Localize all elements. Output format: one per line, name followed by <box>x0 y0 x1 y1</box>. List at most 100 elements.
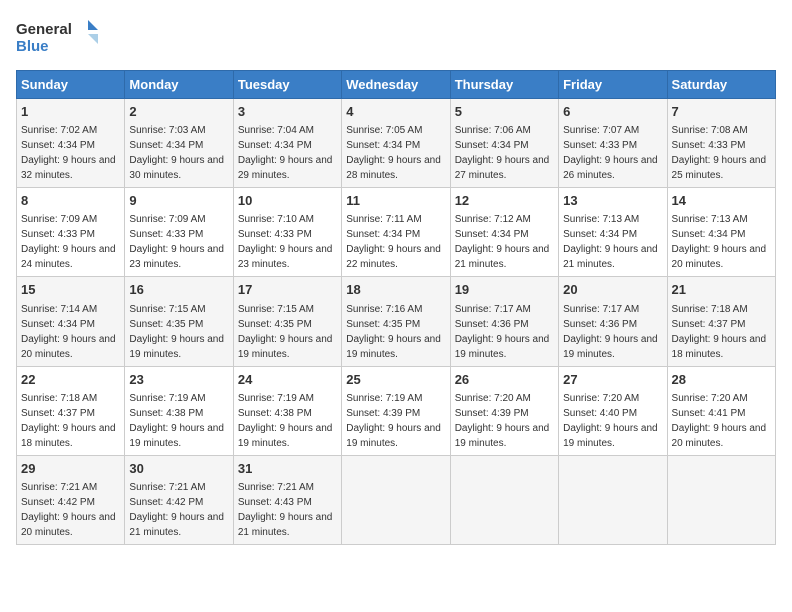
sunset-info: Sunset: 4:34 PM <box>238 140 312 151</box>
day-number: 11 <box>346 192 445 210</box>
day-number: 18 <box>346 281 445 299</box>
sunrise-info: Sunrise: 7:21 AM <box>238 482 314 493</box>
day-number: 1 <box>21 103 120 121</box>
sunset-info: Sunset: 4:33 PM <box>563 140 637 151</box>
day-cell: 3Sunrise: 7:04 AMSunset: 4:34 PMDaylight… <box>233 99 341 188</box>
day-cell: 27Sunrise: 7:20 AMSunset: 4:40 PMDayligh… <box>559 366 667 455</box>
sunset-info: Sunset: 4:42 PM <box>21 497 95 508</box>
daylight-info: Daylight: 9 hours and 19 minutes. <box>346 423 441 449</box>
calendar-table: SundayMondayTuesdayWednesdayThursdayFrid… <box>16 70 776 545</box>
sunrise-info: Sunrise: 7:15 AM <box>129 304 205 315</box>
sunrise-info: Sunrise: 7:16 AM <box>346 304 422 315</box>
day-number: 21 <box>672 281 771 299</box>
day-number: 2 <box>129 103 228 121</box>
day-cell: 29Sunrise: 7:21 AMSunset: 4:42 PMDayligh… <box>17 455 125 544</box>
daylight-info: Daylight: 9 hours and 30 minutes. <box>129 155 224 181</box>
sunrise-info: Sunrise: 7:18 AM <box>21 393 97 404</box>
col-header-sunday: Sunday <box>17 71 125 99</box>
col-header-saturday: Saturday <box>667 71 775 99</box>
week-row-3: 15 Sunrise: 7:14 AM Sunset: 4:34 PM Dayligh… <box>17 277 776 366</box>
sunrise-info: Sunrise: 7:21 AM <box>21 482 97 493</box>
day-cell <box>450 455 558 544</box>
day-cell: 28Sunrise: 7:20 AMSunset: 4:41 PMDayligh… <box>667 366 775 455</box>
day-cell: 10Sunrise: 7:10 AMSunset: 4:33 PMDayligh… <box>233 188 341 277</box>
daylight-info: Daylight: 9 hours and 25 minutes. <box>672 155 767 181</box>
day-cell: 14Sunrise: 7:13 AMSunset: 4:34 PMDayligh… <box>667 188 775 277</box>
sunset-info: Sunset: 4:34 PM <box>672 229 746 240</box>
day-number: 30 <box>129 460 228 478</box>
col-header-thursday: Thursday <box>450 71 558 99</box>
day-cell: 23Sunrise: 7:19 AMSunset: 4:38 PMDayligh… <box>125 366 233 455</box>
col-header-monday: Monday <box>125 71 233 99</box>
logo: General Blue <box>16 16 106 60</box>
sunrise-info: Sunrise: 7:21 AM <box>129 482 205 493</box>
day-cell: 9Sunrise: 7:09 AMSunset: 4:33 PMDaylight… <box>125 188 233 277</box>
svg-text:Blue: Blue <box>16 38 49 55</box>
day-number: 7 <box>672 103 771 121</box>
day-cell: 30Sunrise: 7:21 AMSunset: 4:42 PMDayligh… <box>125 455 233 544</box>
day-cell: 24Sunrise: 7:19 AMSunset: 4:38 PMDayligh… <box>233 366 341 455</box>
day-cell: 13Sunrise: 7:13 AMSunset: 4:34 PMDayligh… <box>559 188 667 277</box>
header: General Blue <box>16 16 776 60</box>
sunrise-info: Sunrise: 7:09 AM <box>21 214 97 225</box>
daylight-info: Daylight: 9 hours and 19 minutes. <box>346 334 441 360</box>
sunrise-info: Sunrise: 7:17 AM <box>455 304 531 315</box>
day-number: 24 <box>238 371 337 389</box>
sunrise-info: Sunrise: 7:08 AM <box>672 125 748 136</box>
sunrise-info: Sunrise: 7:13 AM <box>563 214 639 225</box>
sunrise-info: Sunrise: 7:19 AM <box>129 393 205 404</box>
sunset-info: Sunset: 4:37 PM <box>672 319 746 330</box>
day-number: 16 <box>129 281 228 299</box>
day-number: 20 <box>563 281 662 299</box>
sunset-info: Sunset: 4:42 PM <box>129 497 203 508</box>
day-cell: 17Sunrise: 7:15 AMSunset: 4:35 PMDayligh… <box>233 277 341 366</box>
daylight-info: Daylight: 9 hours and 22 minutes. <box>346 244 441 270</box>
daylight-info: Daylight: 9 hours and 21 minutes. <box>563 244 658 270</box>
sunset-info: Sunset: 4:35 PM <box>346 319 420 330</box>
col-header-tuesday: Tuesday <box>233 71 341 99</box>
day-number: 19 <box>455 281 554 299</box>
sunset-info: Sunset: 4:34 PM <box>21 319 95 330</box>
sunrise-info: Sunrise: 7:13 AM <box>672 214 748 225</box>
week-row-1: 1Sunrise: 7:02 AMSunset: 4:34 PMDaylight… <box>17 99 776 188</box>
sunrise-info: Sunrise: 7:14 AM <box>21 304 97 315</box>
daylight-info: Daylight: 9 hours and 20 minutes. <box>672 423 767 449</box>
day-cell: 6Sunrise: 7:07 AMSunset: 4:33 PMDaylight… <box>559 99 667 188</box>
day-cell: 15Sunrise: 7:14 AMSunset: 4:34 PMDayligh… <box>17 277 125 366</box>
week-row-4: 22Sunrise: 7:18 AMSunset: 4:37 PMDayligh… <box>17 366 776 455</box>
svg-text:General: General <box>16 21 72 38</box>
day-number: 22 <box>21 371 120 389</box>
day-number: 6 <box>563 103 662 121</box>
day-number: 12 <box>455 192 554 210</box>
daylight-info: Daylight: 9 hours and 19 minutes. <box>238 423 333 449</box>
sunrise-info: Sunrise: 7:07 AM <box>563 125 639 136</box>
day-number: 15 <box>21 281 120 299</box>
daylight-info: Daylight: 9 hours and 28 minutes. <box>346 155 441 181</box>
sunrise-info: Sunrise: 7:09 AM <box>129 214 205 225</box>
day-number: 29 <box>21 460 120 478</box>
day-number: 23 <box>129 371 228 389</box>
sunset-info: Sunset: 4:34 PM <box>346 229 420 240</box>
day-number: 5 <box>455 103 554 121</box>
day-cell: 20Sunrise: 7:17 AMSunset: 4:36 PMDayligh… <box>559 277 667 366</box>
daylight-info: Daylight: 9 hours and 19 minutes. <box>455 423 550 449</box>
sunset-info: Sunset: 4:34 PM <box>455 140 529 151</box>
day-cell: 8Sunrise: 7:09 AMSunset: 4:33 PMDaylight… <box>17 188 125 277</box>
header-row: SundayMondayTuesdayWednesdayThursdayFrid… <box>17 71 776 99</box>
day-cell: 16Sunrise: 7:15 AMSunset: 4:35 PMDayligh… <box>125 277 233 366</box>
daylight-info: Daylight: 9 hours and 23 minutes. <box>238 244 333 270</box>
daylight-info: Daylight: 9 hours and 27 minutes. <box>455 155 550 181</box>
day-number: 27 <box>563 371 662 389</box>
daylight-info: Daylight: 9 hours and 19 minutes. <box>238 334 333 360</box>
sunrise-info: Sunrise: 7:20 AM <box>563 393 639 404</box>
day-cell <box>667 455 775 544</box>
sunrise-info: Sunrise: 7:20 AM <box>672 393 748 404</box>
sunset-info: Sunset: 4:36 PM <box>563 319 637 330</box>
sunset-info: Sunset: 4:34 PM <box>129 140 203 151</box>
week-row-5: 29Sunrise: 7:21 AMSunset: 4:42 PMDayligh… <box>17 455 776 544</box>
day-cell: 22Sunrise: 7:18 AMSunset: 4:37 PMDayligh… <box>17 366 125 455</box>
col-header-wednesday: Wednesday <box>342 71 450 99</box>
day-cell: 7Sunrise: 7:08 AMSunset: 4:33 PMDaylight… <box>667 99 775 188</box>
day-number: 14 <box>672 192 771 210</box>
day-number: 10 <box>238 192 337 210</box>
